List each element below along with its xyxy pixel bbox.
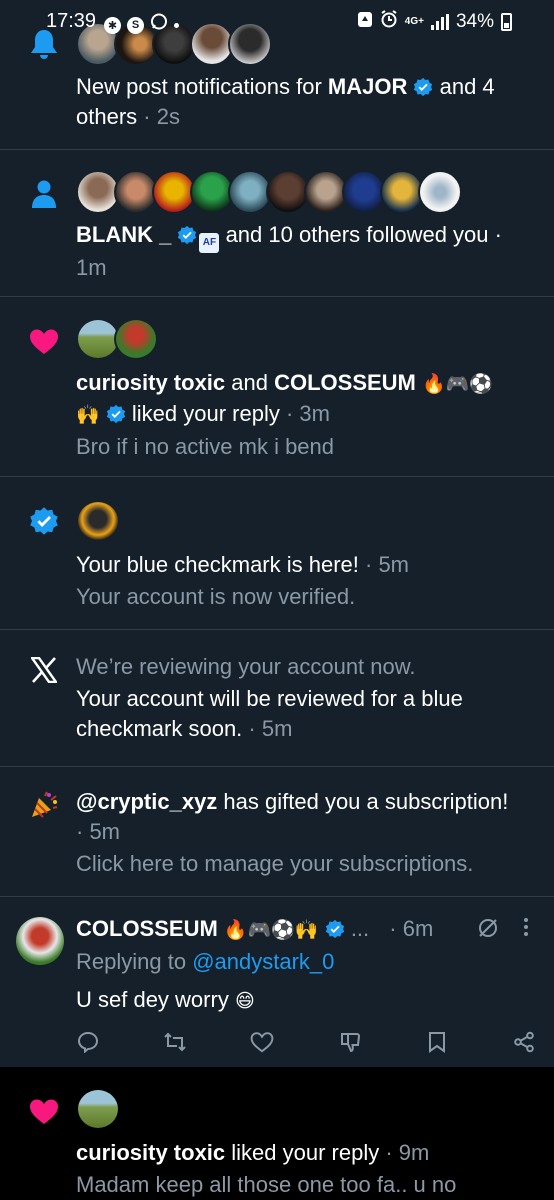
timestamp: · 2s (143, 104, 180, 129)
user-handle[interactable]: @cryptic_xyz (76, 789, 217, 814)
notification-gift[interactable]: @cryptic_xyz has gifted you a subscripti… (0, 767, 554, 897)
reply-snippet: Madam keep all those one too fa.. u no (76, 1172, 457, 1197)
timestamp: · 9m (379, 1140, 430, 1165)
name-truncation: ... (350, 916, 370, 941)
avatar-group (76, 318, 534, 362)
share-icon[interactable] (512, 1030, 536, 1054)
more-options-icon[interactable] (522, 916, 530, 943)
timestamp: · 5m (358, 552, 410, 577)
affiliate-badge: AF (199, 233, 220, 253)
notification-text: New post notifications for (76, 74, 328, 99)
status-time: 17:39 (46, 10, 97, 32)
notification-review[interactable]: We’re reviewing your account now. Your a… (0, 630, 554, 767)
person-icon (28, 178, 60, 210)
notification-like[interactable]: curiosity toxic and COLOSSEUM 🔥🎮⚽ 🙌 like… (0, 297, 554, 477)
notification-verified[interactable]: Your blue checkmark is here! · 5m Your a… (0, 477, 554, 630)
status-bar: 17:39 ✱ S 4G+ 34% (0, 0, 554, 40)
recycle-icon (357, 10, 373, 34)
timestamp: · 5m (242, 716, 293, 741)
timestamp: · 6m (389, 916, 434, 941)
bookmark-icon[interactable] (425, 1030, 449, 1054)
verified-badge-icon (178, 225, 197, 245)
alarm-icon (380, 10, 398, 34)
muted-conversation-icon[interactable] (476, 916, 500, 945)
reply-icon[interactable] (76, 1030, 100, 1054)
avatar[interactable] (114, 318, 158, 360)
user-name[interactable]: COLOSSEUM (274, 370, 416, 395)
notification-title: Your blue checkmark is here! (76, 552, 359, 577)
user-name[interactable]: BLANK _ (76, 222, 177, 247)
replying-to-handle[interactable]: @andystark_0 (192, 949, 334, 974)
avatar-group (76, 170, 534, 214)
reply-text: U sef dey worry (76, 987, 235, 1012)
manage-subscriptions-link[interactable]: Click here to manage your subscriptions. (76, 849, 534, 879)
user-name[interactable]: curiosity toxic (76, 370, 225, 395)
network-type: 4G+ (404, 16, 424, 27)
chat-icon (150, 13, 168, 37)
notification-like[interactable]: curiosity toxic liked your reply · 9m Ma… (0, 1067, 554, 1200)
avatar[interactable] (76, 500, 120, 542)
user-name[interactable]: MAJOR (328, 74, 407, 99)
replying-to-label: Replying to (76, 949, 193, 974)
notification-subtitle: Your account is now verified. (76, 584, 356, 609)
heart-icon (28, 1095, 60, 1127)
name-emoji: 🔥🎮⚽🙌 (223, 919, 319, 941)
user-name[interactable]: COLOSSEUM (76, 916, 218, 941)
notification-status: We’re reviewing your account now. (76, 654, 416, 679)
downvote-icon[interactable] (338, 1030, 362, 1054)
notification-dot-icon (174, 22, 179, 28)
settings-icon: ✱ (104, 16, 121, 34)
name-emoji: 🔥🎮⚽ (422, 373, 493, 395)
verified-badge-icon (414, 77, 433, 97)
reply-snippet: Bro if i no active mk i bend (76, 434, 335, 459)
name-emoji: 🙌 (76, 404, 100, 426)
party-popper-icon (28, 789, 60, 821)
battery-icon (501, 13, 512, 31)
battery-percent: 34% (455, 11, 494, 32)
x-logo-icon (28, 654, 60, 686)
reply-emoji: 😄 (234, 990, 255, 1012)
user-name[interactable]: curiosity toxic (76, 1140, 225, 1165)
heart-icon (28, 325, 60, 357)
timestamp: · 3m (279, 401, 330, 426)
avatar[interactable] (16, 917, 64, 965)
timestamp: · 5m (76, 819, 120, 844)
verified-icon (28, 505, 60, 537)
timestamp: 1m (76, 255, 107, 280)
verified-badge-icon (325, 919, 344, 939)
s-app-icon: S (127, 16, 144, 34)
verified-badge-icon (106, 404, 125, 424)
notification-follow[interactable]: BLANK _ AF and 10 others followed you · … (0, 150, 554, 297)
retweet-icon[interactable] (163, 1030, 187, 1054)
avatar[interactable] (76, 1088, 120, 1130)
like-icon[interactable] (250, 1030, 274, 1054)
signal-icon (430, 14, 449, 30)
post-actions (76, 1030, 536, 1054)
avatar[interactable] (418, 170, 462, 214)
